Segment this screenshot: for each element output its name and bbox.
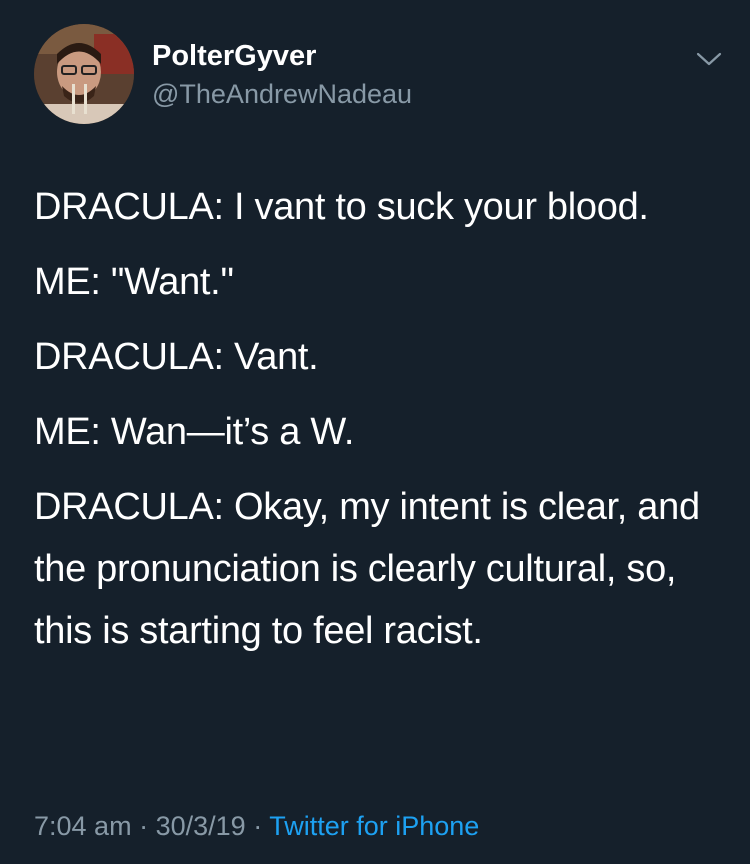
chevron-down-icon[interactable] xyxy=(694,48,724,70)
display-name[interactable]: PolterGyver xyxy=(152,38,316,74)
tweet-line: ME: "Want." xyxy=(34,261,234,303)
meta-separator: · xyxy=(139,811,149,841)
meta-separator: · xyxy=(253,811,263,841)
tweet-source-link[interactable]: Twitter for iPhone xyxy=(269,811,479,841)
tweet-text: DRACULA: I vant to suck your blood. ME: … xyxy=(34,176,734,662)
tweet-meta: 7:04 am · 30/3/19 · Twitter for iPhone xyxy=(34,808,479,844)
tweet-line: DRACULA: Okay, my intent is clear, and t… xyxy=(34,486,700,652)
user-handle[interactable]: @TheAndrewNadeau xyxy=(152,77,412,111)
tweet-card: PolterGyver @TheAndrewNadeau DRACULA: I … xyxy=(0,0,750,864)
tweet-time[interactable]: 7:04 am xyxy=(34,811,132,841)
tweet-date[interactable]: 30/3/19 xyxy=(156,811,246,841)
tweet-line: DRACULA: Vant. xyxy=(34,336,319,378)
tweet-line: ME: Wan—it’s a W. xyxy=(34,411,355,453)
avatar[interactable] xyxy=(34,24,134,124)
tweet-line: DRACULA: I vant to suck your blood. xyxy=(34,186,649,228)
